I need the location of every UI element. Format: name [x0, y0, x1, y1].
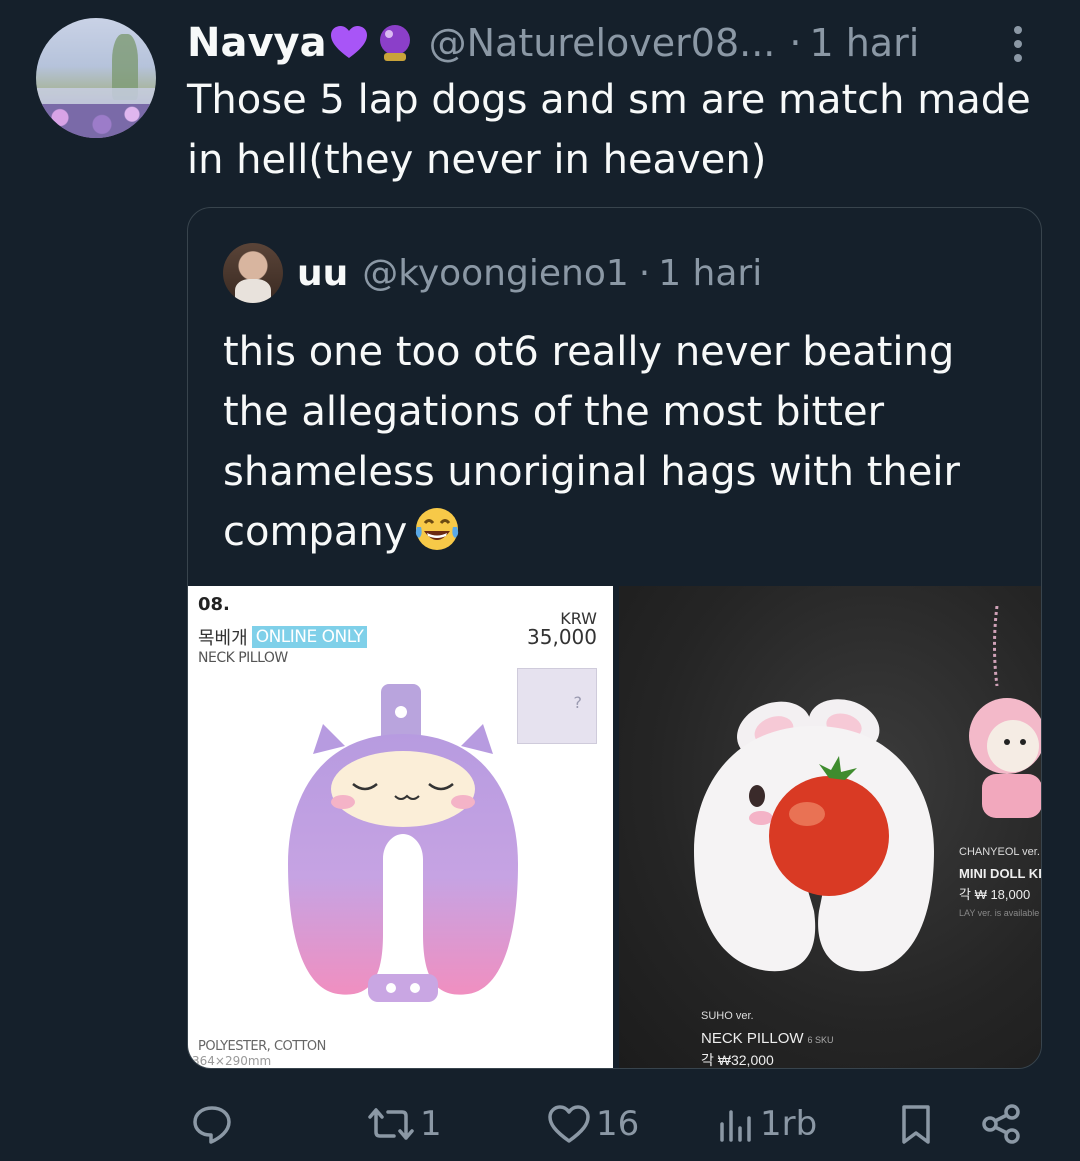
- author-avatar[interactable]: [36, 18, 156, 138]
- mini-doll-keyring-illustration: [969, 606, 1041, 818]
- more-icon[interactable]: [1007, 24, 1029, 64]
- product-size: 364×290mm: [192, 1054, 272, 1068]
- tweet-header: Navya @Naturelover08... · 1 hari: [187, 18, 919, 68]
- quote-author-handle[interactable]: @kyoongieno1: [362, 253, 628, 294]
- quote-header-separator: ·: [638, 252, 651, 294]
- media-image-left[interactable]: 08. 목베개 ONLINE ONLY NECK PILLOW KRW 35,0…: [188, 586, 613, 1068]
- product-korean-label: 목베개: [198, 628, 248, 649]
- right-product-title: NECK PILLOW: [701, 1030, 804, 1047]
- bunny-neck-pillow-illustration: [694, 699, 934, 972]
- quoted-tweet[interactable]: uu @kyoongieno1 · 1 hari this one too ot…: [187, 207, 1042, 1069]
- header-separator: ·: [789, 21, 802, 65]
- share-button[interactable]: [980, 1092, 1024, 1156]
- share-icon: [982, 1104, 1020, 1144]
- author-handle[interactable]: @Naturelover08...: [429, 21, 776, 65]
- right-product-name: NECK PILLOW 6 SKU: [701, 1030, 834, 1047]
- bookmark-button[interactable]: [896, 1092, 936, 1156]
- like-count: 16: [596, 1104, 640, 1144]
- neck-pillow-illustration: [288, 684, 518, 1002]
- action-bar: 1 16 1rb: [0, 1092, 1080, 1156]
- media-image-right[interactable]: CHANYEOL ver. MINI DOLL KEY 각 ₩ 18,000 L…: [619, 586, 1042, 1068]
- bookmark-icon: [902, 1105, 930, 1144]
- version-label: SUHO ver.: [701, 1010, 754, 1022]
- photocard-question-mark: ?: [573, 693, 583, 712]
- side-product-note: LAY ver. is available f: [959, 908, 1042, 918]
- product-korean-title: 목베개 ONLINE ONLY: [198, 624, 368, 650]
- views-count: 1rb: [760, 1104, 818, 1144]
- tears-of-joy-icon: [416, 508, 459, 550]
- tweet-time[interactable]: 1 hari: [809, 21, 919, 65]
- product-name: NECK PILLOW: [198, 650, 288, 666]
- purple-heart-icon: [330, 26, 367, 58]
- crystal-ball-icon: [379, 25, 410, 61]
- quote-author-avatar[interactable]: [223, 243, 283, 303]
- tweet-text: Those 5 lap dogs and sm are match made i…: [187, 77, 1031, 183]
- reply-button[interactable]: [190, 1092, 238, 1156]
- product-number: 08.: [198, 594, 230, 615]
- retweet-button[interactable]: 1: [366, 1092, 442, 1156]
- side-version-label: CHANYEOL ver.: [959, 846, 1040, 858]
- like-button[interactable]: 16: [546, 1092, 639, 1156]
- retweet-icon: [368, 1108, 414, 1140]
- online-only-badge: ONLINE ONLY: [251, 626, 368, 648]
- price-value: 35,000: [527, 625, 597, 649]
- author-name[interactable]: Navya: [187, 20, 327, 66]
- right-product-price: 각 ₩32,000: [701, 1052, 774, 1068]
- right-product-sku: 6 SKU: [807, 1035, 834, 1045]
- views-button[interactable]: 1rb: [716, 1092, 817, 1156]
- quote-avatar-figure: [235, 279, 271, 303]
- quote-header: uu @kyoongieno1 · 1 hari: [297, 248, 762, 298]
- heart-icon: [548, 1105, 590, 1143]
- avatar-flowers: [36, 104, 156, 138]
- quote-text-content: this one too ot6 really never beating th…: [223, 329, 960, 555]
- product-material: POLYESTER, COTTON: [198, 1039, 326, 1054]
- quote-time[interactable]: 1 hari: [658, 253, 762, 294]
- quote-text: this one too ot6 really never beating th…: [223, 322, 1013, 562]
- retweet-count: 1: [420, 1104, 442, 1144]
- quote-author-name[interactable]: uu: [297, 253, 348, 294]
- side-product-price: 각 ₩ 18,000: [959, 887, 1031, 902]
- product-price-block: KRW 35,000: [527, 610, 597, 649]
- tweet[interactable]: Navya @Naturelover08... · 1 hari Those 5…: [0, 0, 1080, 1161]
- views-icon: [720, 1110, 751, 1142]
- side-product-name: MINI DOLL KEY: [959, 866, 1041, 881]
- photocard-thumbnail: ?: [517, 668, 597, 744]
- reply-icon: [193, 1106, 231, 1144]
